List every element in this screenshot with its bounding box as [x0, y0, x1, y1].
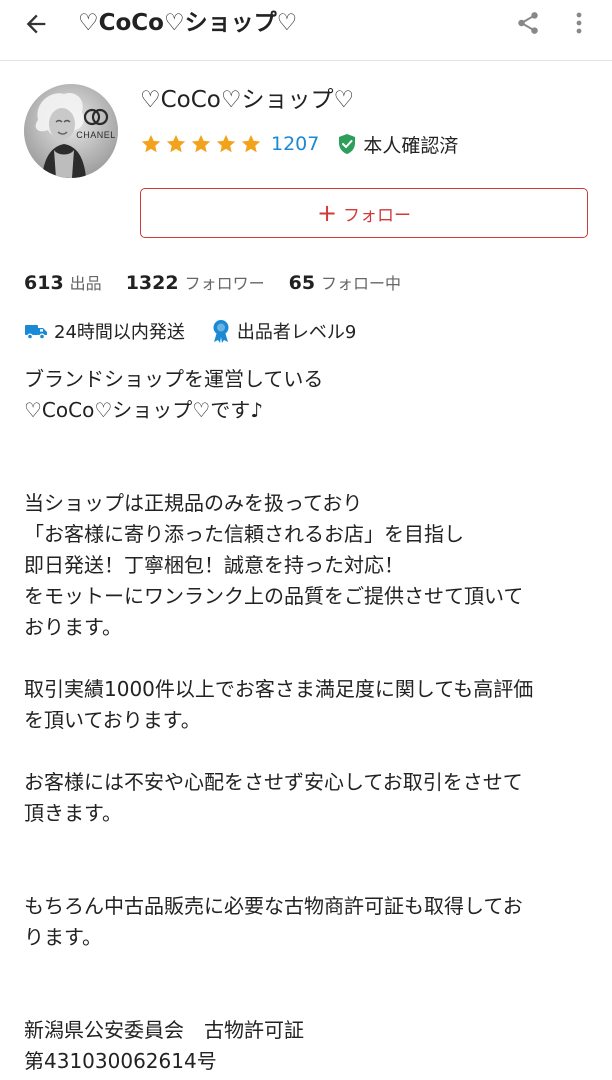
badge-label: 出品者レベル9 [236, 322, 357, 343]
ribbon-icon [213, 320, 229, 343]
follow-button[interactable]: + フォロー [140, 188, 588, 238]
stats-row: 613 出品 1322 フォロワー 65 フォロー中 [24, 270, 425, 300]
stat-following[interactable]: 65 フォロー中 [289, 270, 401, 294]
avatar-brand-text: CHANEL [76, 130, 116, 140]
page-title: ♡CoCo♡ショップ♡ [78, 10, 298, 36]
stat-listings[interactable]: 613 出品 [24, 270, 102, 294]
stat-followers[interactable]: 1322 フォロワー [126, 270, 265, 294]
stat-label: フォロワー [184, 274, 265, 293]
arrow-left-icon [26, 14, 46, 34]
badge-label: 24時間以内発送 [54, 322, 185, 343]
rating-row[interactable]: 1207 本人確認済 [140, 128, 458, 160]
badge-shipping: 24時間以内発送 [24, 318, 185, 344]
verified-badge: 本人確認済 [337, 131, 458, 158]
follow-label: フォロー [343, 205, 412, 226]
stat-label: フォロー中 [321, 274, 402, 293]
verified-label: 本人確認済 [363, 134, 459, 157]
star-icon [191, 134, 211, 153]
stat-value: 65 [288, 272, 316, 294]
shop-name: ♡CoCo♡ショップ♡ [140, 87, 355, 113]
star-icon [216, 134, 236, 153]
stat-value: 1322 [125, 272, 179, 294]
review-count[interactable]: 1207 [271, 133, 319, 155]
badges-row: 24時間以内発送 出品者レベル9 [24, 316, 382, 346]
share-icon [518, 12, 538, 34]
share-button[interactable] [512, 8, 544, 38]
stat-label: 出品 [69, 274, 102, 293]
rating-stars [140, 133, 265, 155]
avatar-image: CHANEL [24, 84, 118, 178]
back-button[interactable] [18, 8, 54, 40]
avatar[interactable]: CHANEL [24, 84, 118, 178]
plus-icon: + [316, 199, 338, 227]
more-options-button[interactable] [566, 8, 592, 38]
star-icon [241, 134, 261, 153]
star-icon [166, 134, 186, 153]
shop-description: ブランドショップを運営している ♡CoCo♡ショップ♡です♪ 当ショップは正規品… [24, 367, 534, 1073]
app-bar: ♡CoCo♡ショップ♡ [0, 0, 612, 61]
stat-value: 613 [24, 272, 64, 294]
verified-shield-icon [339, 134, 356, 154]
star-icon [141, 134, 161, 153]
more-vertical-icon [576, 12, 582, 34]
badge-seller-level: 出品者レベル9 [211, 318, 356, 344]
truck-icon [25, 325, 47, 340]
